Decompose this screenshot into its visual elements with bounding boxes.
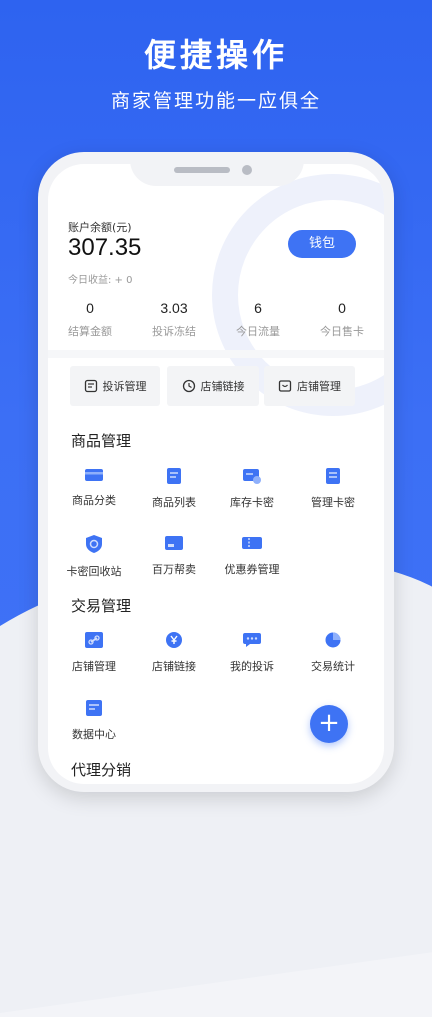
tile-label: 库存卡密 [230,496,274,509]
pie-chart-icon [325,632,341,648]
tile-label: 店铺链接 [152,660,196,673]
card-icon [85,469,103,481]
complaint-icon [84,379,97,393]
tile-label: 百万帮卖 [152,563,196,576]
clock-link-icon [182,379,195,393]
store-icon [278,380,292,392]
stat-value: 6 [254,300,262,316]
stat-label: 结算金额 [68,325,112,338]
coupon-icon [242,537,262,549]
floating-add-button[interactable]: + [310,705,348,743]
stat-label: 今日流量 [236,325,280,338]
stat-label: 今日售卡 [320,325,364,338]
tile-label: 我的投诉 [230,660,274,673]
phone-screen: 账户余额(元) 307.35 今日收益: + 0 钱包 0 结算金额 3.03 … [48,164,384,784]
stat-value: 3.03 [160,300,188,316]
tile-trade-store-management[interactable]: 店铺管理 [54,632,134,674]
tile-stock-cards[interactable]: 库存卡密 [212,468,292,510]
tile-goods-category[interactable]: 商品分类 [54,468,134,508]
tile-label: 卡密回收站 [66,565,122,578]
tile-my-complaints[interactable]: 我的投诉 [212,632,292,674]
tile-million-sell[interactable]: 百万帮卖 [134,535,214,577]
data-center-icon [86,700,102,716]
manage-card-icon [326,468,340,484]
link-store-icon [85,632,103,648]
stat-value: 0 [86,300,94,316]
quick-store-management[interactable]: 店铺管理 [264,366,355,406]
stock-card-icon [243,469,261,484]
tile-trade-store-link[interactable]: 店铺链接 [134,632,214,674]
tile-manage-cards[interactable]: 管理卡密 [293,468,373,510]
balance-value: 307.35 [68,234,142,261]
shield-recycle-icon [86,535,102,553]
tile-label: 交易统计 [311,660,355,673]
stat-settlement[interactable]: 0 结算金额 [48,300,132,339]
phone-camera [242,165,252,175]
trade-section-title: 交易管理 [71,597,132,615]
stat-value: 0 [338,300,346,316]
hero-subtitle: 商家管理功能一应俱全 [110,90,321,112]
phone-speaker [174,167,230,173]
stat-today-cards-sold[interactable]: 0 今日售卡 [300,300,384,339]
goods-section-title: 商品管理 [71,432,132,450]
tile-card-recycle-bin[interactable]: 卡密回收站 [54,535,134,579]
section-divider [48,350,384,358]
wallet-button[interactable]: 钱包 [288,230,356,258]
hero-title: 便捷操作 [143,36,288,74]
today-income: 今日收益: + 0 [68,275,133,286]
tile-coupon-management[interactable]: 优惠券管理 [212,535,292,577]
stats-row: 0 结算金额 3.03 投诉冻结 6 今日流量 0 今日售卡 [48,300,384,339]
tile-label: 数据中心 [72,728,116,741]
sell-icon [165,536,183,550]
quick-store-link[interactable]: 店铺链接 [167,366,259,406]
tile-label: 管理卡密 [311,496,355,509]
tile-label: 商品列表 [152,496,196,509]
chat-icon [243,633,261,647]
yen-icon [166,632,182,648]
quick-label: 店铺链接 [200,380,245,393]
quick-label: 投诉管理 [102,380,147,393]
agent-section-title: 代理分销 [71,761,132,779]
stat-label: 投诉冻结 [152,325,196,338]
quick-complaint-management[interactable]: 投诉管理 [70,366,160,406]
tile-label: 商品分类 [72,494,116,507]
tile-trade-statistics[interactable]: 交易统计 [293,632,373,674]
tile-data-center[interactable]: 数据中心 [54,700,134,742]
stat-today-traffic[interactable]: 6 今日流量 [216,300,300,339]
balance-label: 账户余额(元) [68,221,132,234]
tile-goods-list[interactable]: 商品列表 [134,468,214,510]
tile-label: 优惠券管理 [224,563,280,576]
tile-label: 店铺管理 [72,660,116,673]
stat-complaint-frozen[interactable]: 3.03 投诉冻结 [132,300,216,339]
quick-label: 店铺管理 [297,380,341,393]
list-icon [167,468,181,484]
